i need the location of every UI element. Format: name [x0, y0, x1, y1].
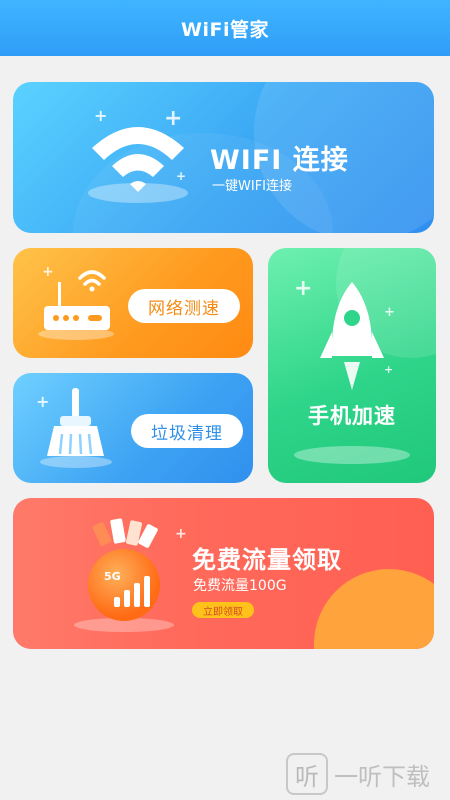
sparkle-plus-icon: +: [42, 264, 54, 280]
junk-clean-button[interactable]: 垃圾清理: [131, 414, 243, 448]
sparkle-plus-icon: +: [36, 392, 50, 411]
wifi-connect-title: WIFI 连接: [210, 145, 349, 176]
phone-boost-label: 手机加速: [308, 404, 396, 428]
top-app-bar: WiFi管家: [0, 0, 450, 56]
sparkle-plus-icon: +: [176, 169, 187, 183]
claim-now-button[interactable]: 立即领取: [192, 602, 254, 618]
free-data-subtitle: 免费流量100G: [193, 578, 287, 594]
sparkle-plus-icon: +: [164, 106, 183, 131]
sparkle-plus-icon: +: [294, 276, 313, 301]
watermark-text: 一听下载: [334, 762, 430, 791]
sparkle-plus-icon: +: [384, 305, 395, 320]
signal-bars-icon: [114, 576, 150, 607]
rocket-icon: [320, 282, 384, 390]
boost-platform: [294, 446, 410, 464]
wifi-connect-subtitle: 一键WIFI连接: [212, 179, 292, 194]
app-title: WiFi管家: [181, 18, 269, 41]
watermark-logo: 听: [286, 753, 328, 795]
sparkle-plus-icon: +: [94, 106, 108, 125]
sparkle-plus-icon: +: [175, 526, 187, 542]
network-speed-test-button[interactable]: 网络测速: [128, 289, 240, 323]
site-watermark: 听 一听下载: [286, 752, 430, 796]
free-data-title: 免费流量领取: [192, 546, 342, 574]
money-bag-illustration: [74, 518, 174, 632]
sparkle-plus-icon: +: [384, 363, 394, 376]
